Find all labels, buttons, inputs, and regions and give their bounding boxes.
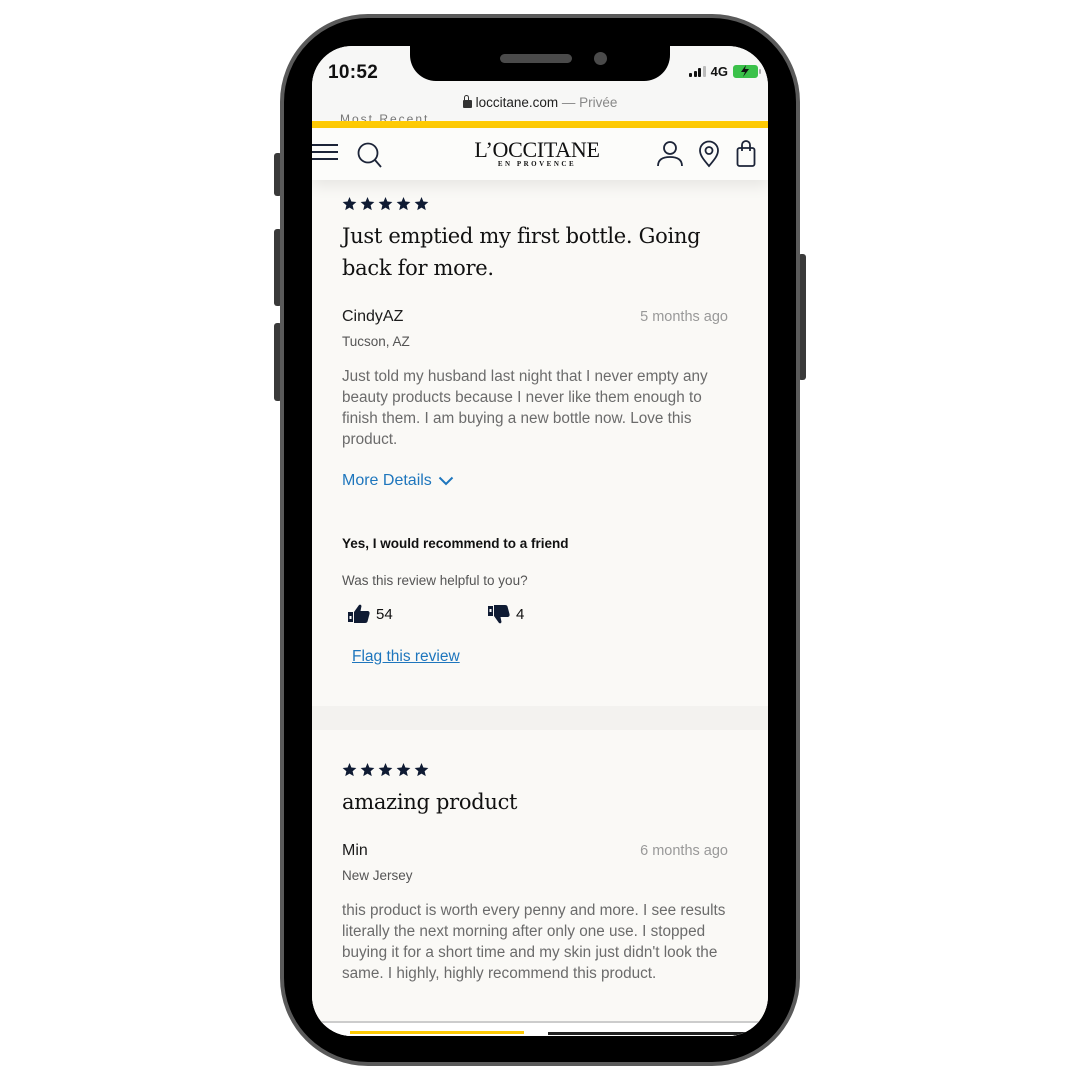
more-details-button[interactable]: More Details — [342, 472, 454, 490]
thumbs-up-icon — [348, 604, 370, 623]
bottom-accent-yellow — [350, 1031, 524, 1034]
review-author: CindyAZ — [342, 308, 404, 325]
private-mode-label: Privée — [579, 95, 618, 110]
phone-camera — [594, 52, 607, 65]
star-rating — [342, 762, 429, 777]
review-author: Min — [342, 842, 368, 859]
review-card: amazing product Min 6 months ago New Jer… — [312, 730, 768, 1036]
store-locator-icon[interactable] — [698, 140, 720, 173]
network-type: 4G — [710, 64, 728, 79]
star-icon — [342, 762, 357, 777]
account-icon[interactable] — [656, 140, 684, 173]
star-icon — [342, 196, 357, 211]
review-card: Just emptied my first bottle. Going back… — [312, 180, 768, 706]
lock-icon — [462, 95, 472, 108]
phone-speaker — [500, 54, 572, 63]
star-icon — [396, 196, 411, 211]
star-icon — [378, 762, 393, 777]
star-icon — [360, 196, 375, 211]
review-date: 5 months ago — [640, 309, 728, 325]
more-details-label: More Details — [342, 472, 432, 489]
star-rating — [342, 196, 429, 211]
review-divider — [312, 706, 768, 730]
review-body: this product is worth every penny and mo… — [342, 902, 726, 982]
review-title: Just emptied my first bottle. Going back… — [342, 224, 701, 280]
status-indicators: 4G — [689, 64, 761, 79]
review-body: Just told my husband last night that I n… — [342, 368, 708, 448]
bottom-accent-dark — [548, 1032, 748, 1035]
review-title: amazing product — [342, 790, 518, 814]
star-icon — [360, 762, 375, 777]
star-icon — [378, 196, 393, 211]
site-header: L’OCCITANE EN PROVENCE — [312, 128, 768, 180]
brand-accent-bar — [312, 121, 768, 128]
chevron-down-icon — [438, 476, 454, 486]
recommend-statement: Yes, I would recommend to a friend — [342, 536, 569, 551]
helpful-no-button[interactable]: 4 — [488, 604, 524, 624]
flag-review-link[interactable]: Flag this review — [352, 648, 460, 666]
menu-icon[interactable] — [312, 144, 338, 162]
helpful-question: Was this review helpful to you? — [342, 573, 528, 588]
logo-text: L’OCCITANE — [474, 137, 600, 162]
helpful-no-count: 4 — [516, 605, 525, 623]
search-icon[interactable] — [357, 141, 383, 174]
review-location: Tucson, AZ — [342, 334, 410, 349]
review-date: 6 months ago — [640, 843, 728, 859]
thumbs-down-icon — [488, 605, 510, 624]
shopping-bag-icon[interactable] — [736, 140, 756, 173]
phone-screen: 10:52 4G loccitane.com — Privée Most Rec… — [312, 46, 768, 1036]
helpful-yes-count: 54 — [376, 605, 393, 623]
signal-strength-icon — [689, 66, 706, 77]
helpful-yes-button[interactable]: 54 — [348, 604, 393, 624]
sort-label-peek: Most Recent — [340, 112, 430, 121]
star-icon — [414, 762, 429, 777]
status-time: 10:52 — [328, 62, 379, 83]
star-icon — [396, 762, 411, 777]
battery-charging-icon — [733, 65, 761, 78]
star-icon — [414, 196, 429, 211]
url-text: loccitane.com — [475, 95, 559, 110]
url-separator: — — [558, 95, 580, 110]
brand-logo[interactable]: L’OCCITANE EN PROVENCE — [462, 137, 612, 169]
review-location: New Jersey — [342, 868, 413, 883]
